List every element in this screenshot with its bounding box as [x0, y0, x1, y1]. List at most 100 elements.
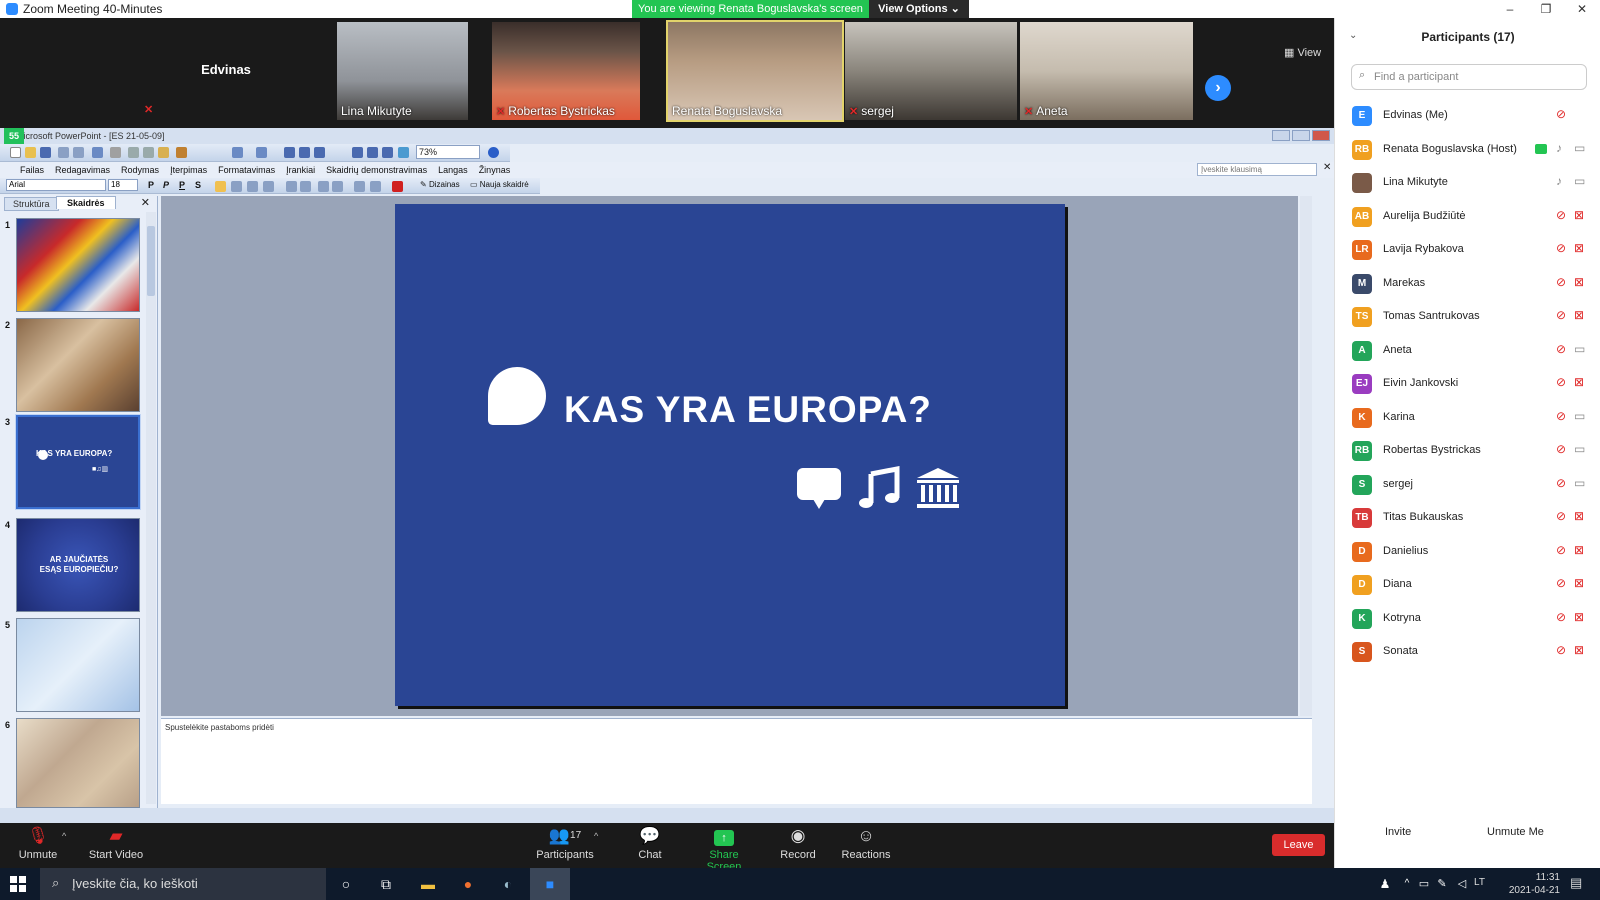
unmute-me-button[interactable]: Unmute Me — [1487, 826, 1544, 838]
participant-row[interactable]: TB Titas Bukauskas ⊘ ⊠ — [1335, 501, 1600, 535]
pane-scrollbar[interactable] — [146, 212, 156, 804]
video-tile[interactable]: ✕ sergej — [845, 22, 1017, 120]
preview-icon[interactable] — [73, 147, 84, 158]
increase-font-icon[interactable] — [318, 181, 329, 192]
participant-row[interactable]: M Marekas ⊘ ⊠ — [1335, 267, 1600, 301]
cut-icon[interactable] — [128, 147, 139, 158]
audio-options-caret-icon[interactable]: ^ — [62, 831, 66, 841]
pen-icon[interactable]: ✎ — [1432, 874, 1452, 894]
open-icon[interactable] — [25, 147, 36, 158]
font-color-icon[interactable] — [392, 181, 403, 192]
menu-file[interactable]: Failas — [20, 165, 44, 175]
participant-row[interactable]: K Kotryna ⊘ ⊠ — [1335, 602, 1600, 636]
align-left-icon[interactable] — [215, 181, 226, 192]
design-button[interactable]: ✎ Dizainas — [420, 180, 460, 189]
numbering-icon[interactable] — [286, 181, 297, 192]
language-indicator[interactable]: LT — [1474, 877, 1485, 888]
underline-button[interactable]: P — [179, 180, 185, 190]
help-question-input[interactable]: Įveskite klausimą — [1197, 163, 1317, 176]
participant-row[interactable]: D Danielius ⊘ ⊠ — [1335, 535, 1600, 569]
participant-row[interactable]: D Diana ⊘ ⊠ — [1335, 568, 1600, 602]
firefox-icon[interactable]: ● — [458, 874, 478, 894]
video-tile[interactable]: ✕ Aneta — [1020, 22, 1193, 120]
slide-thumbnail[interactable] — [16, 218, 140, 312]
video-tile-active-speaker[interactable]: Renata Boguslavska — [666, 20, 844, 122]
participants-button[interactable]: 👥17 Participants — [535, 827, 595, 862]
leave-button[interactable]: Leave — [1272, 834, 1325, 856]
slide-thumbnail-selected[interactable]: KAS YRA EUROPA? ■♫▥ — [15, 414, 141, 510]
menu-insert[interactable]: Įterpimas — [170, 165, 207, 175]
video-tile[interactable]: Lina Mikutyte — [337, 22, 468, 120]
ppt-close-button[interactable] — [1312, 130, 1330, 141]
windows-start-icon[interactable] — [10, 876, 26, 892]
color-icon[interactable] — [398, 147, 409, 158]
new-icon[interactable] — [10, 147, 21, 158]
network-icon[interactable]: ▭ — [1414, 874, 1434, 894]
increase-indent-icon[interactable] — [370, 181, 381, 192]
minimize-window-button[interactable]: – — [1492, 0, 1528, 18]
close-pane-icon[interactable]: ✕ — [141, 196, 150, 209]
ppt-restore-button[interactable] — [1292, 130, 1310, 141]
grid-icon[interactable] — [382, 147, 393, 158]
participant-row[interactable]: LR Lavija Rybakova ⊘ ⊠ — [1335, 233, 1600, 267]
tab-slides[interactable]: Skaidrės — [56, 196, 116, 209]
undo-icon[interactable] — [232, 147, 243, 158]
align-right-icon[interactable] — [247, 181, 258, 192]
invite-button[interactable]: Invite — [1385, 826, 1411, 838]
video-tile-self[interactable]: Edvinas ✕ — [140, 22, 312, 120]
menu-slide-show[interactable]: Skaidrių demonstravimas — [326, 165, 427, 175]
participant-row[interactable]: RB Renata Boguslavska (Host) ♪ ▭ — [1335, 133, 1600, 167]
format-painter-icon[interactable] — [176, 147, 187, 158]
clock[interactable]: 11:31 2021-04-21 — [1504, 871, 1560, 897]
participant-row[interactable]: Lina Mikutyte ♪ ▭ — [1335, 166, 1600, 200]
slide-thumbnail[interactable] — [16, 718, 140, 808]
chat-button[interactable]: 💬 Chat — [632, 827, 668, 862]
next-page-arrow-icon[interactable]: › — [1205, 75, 1231, 101]
close-window-button[interactable]: ✕ — [1564, 0, 1600, 18]
menu-window[interactable]: Langas — [438, 165, 468, 175]
participant-row[interactable]: EJ Eivin Jankovski ⊘ ⊠ — [1335, 367, 1600, 401]
task-view-icon[interactable]: ⧉ — [376, 874, 396, 894]
cortana-icon[interactable]: ○ — [336, 874, 356, 894]
taskbar-search-input[interactable]: Įveskite čia, ko ieškoti — [40, 868, 326, 900]
bold-button[interactable]: P — [148, 180, 154, 190]
formatting-icon[interactable] — [367, 147, 378, 158]
tables-borders-icon[interactable] — [314, 147, 325, 158]
participant-row[interactable]: S Sonata ⊘ ⊠ — [1335, 635, 1600, 669]
stage-scrollbar[interactable] — [1300, 196, 1312, 716]
view-options-button[interactable]: View Options ⌄ — [869, 0, 969, 18]
menu-help[interactable]: Žinynas — [479, 165, 511, 175]
slide-thumbnail[interactable]: AR JAUČIATĖS ESĄS EUROPIEČIU? — [16, 518, 140, 612]
participant-row[interactable]: A Aneta ⊘ ▭ — [1335, 334, 1600, 368]
participant-row[interactable]: K Karina ⊘ ▭ — [1335, 401, 1600, 435]
menu-edit[interactable]: Redagavimas — [55, 165, 110, 175]
current-slide[interactable]: KAS YRA EUROPA? — [395, 204, 1065, 706]
participant-row[interactable]: AB Aurelija Budžiūtė ⊘ ⊠ — [1335, 200, 1600, 234]
justify-icon[interactable] — [263, 181, 274, 192]
decrease-indent-icon[interactable] — [354, 181, 365, 192]
align-center-icon[interactable] — [231, 181, 242, 192]
redo-icon[interactable] — [256, 147, 267, 158]
steam-icon[interactable]: ◐ — [498, 874, 518, 894]
volume-icon[interactable]: ◁ — [1452, 874, 1472, 894]
paste-icon[interactable] — [158, 147, 169, 158]
slide-thumbnail[interactable] — [16, 318, 140, 412]
view-button[interactable]: ▦ View — [1284, 46, 1321, 59]
menu-view[interactable]: Rodymas — [121, 165, 159, 175]
participant-row[interactable]: TS Tomas Santrukovas ⊘ ⊠ — [1335, 300, 1600, 334]
menu-format[interactable]: Formatavimas — [218, 165, 275, 175]
unmute-button[interactable]: 🎙 Unmute — [16, 827, 60, 862]
new-slide-button[interactable]: ▭ Nauja skaidrė — [470, 180, 529, 189]
help-icon[interactable] — [488, 147, 499, 158]
notes-pane[interactable]: Spustelėkite pastaboms pridėti — [161, 718, 1312, 804]
participants-caret-icon[interactable]: ^ — [594, 831, 598, 841]
share-screen-button[interactable]: ↑ Share Screen — [692, 827, 756, 873]
menu-tools[interactable]: Įrankiai — [286, 165, 315, 175]
font-name-select[interactable]: Arial — [6, 179, 106, 191]
participant-row[interactable]: RB Robertas Bystrickas ⊘ ▭ — [1335, 434, 1600, 468]
ppt-zoom-select[interactable]: 73% — [416, 145, 480, 159]
expand-icon[interactable] — [352, 147, 363, 158]
slide-thumbnail[interactable] — [16, 618, 140, 712]
spelling-icon[interactable] — [92, 147, 103, 158]
participant-row[interactable]: Ssergej ⊘ ▭ — [1335, 468, 1600, 502]
